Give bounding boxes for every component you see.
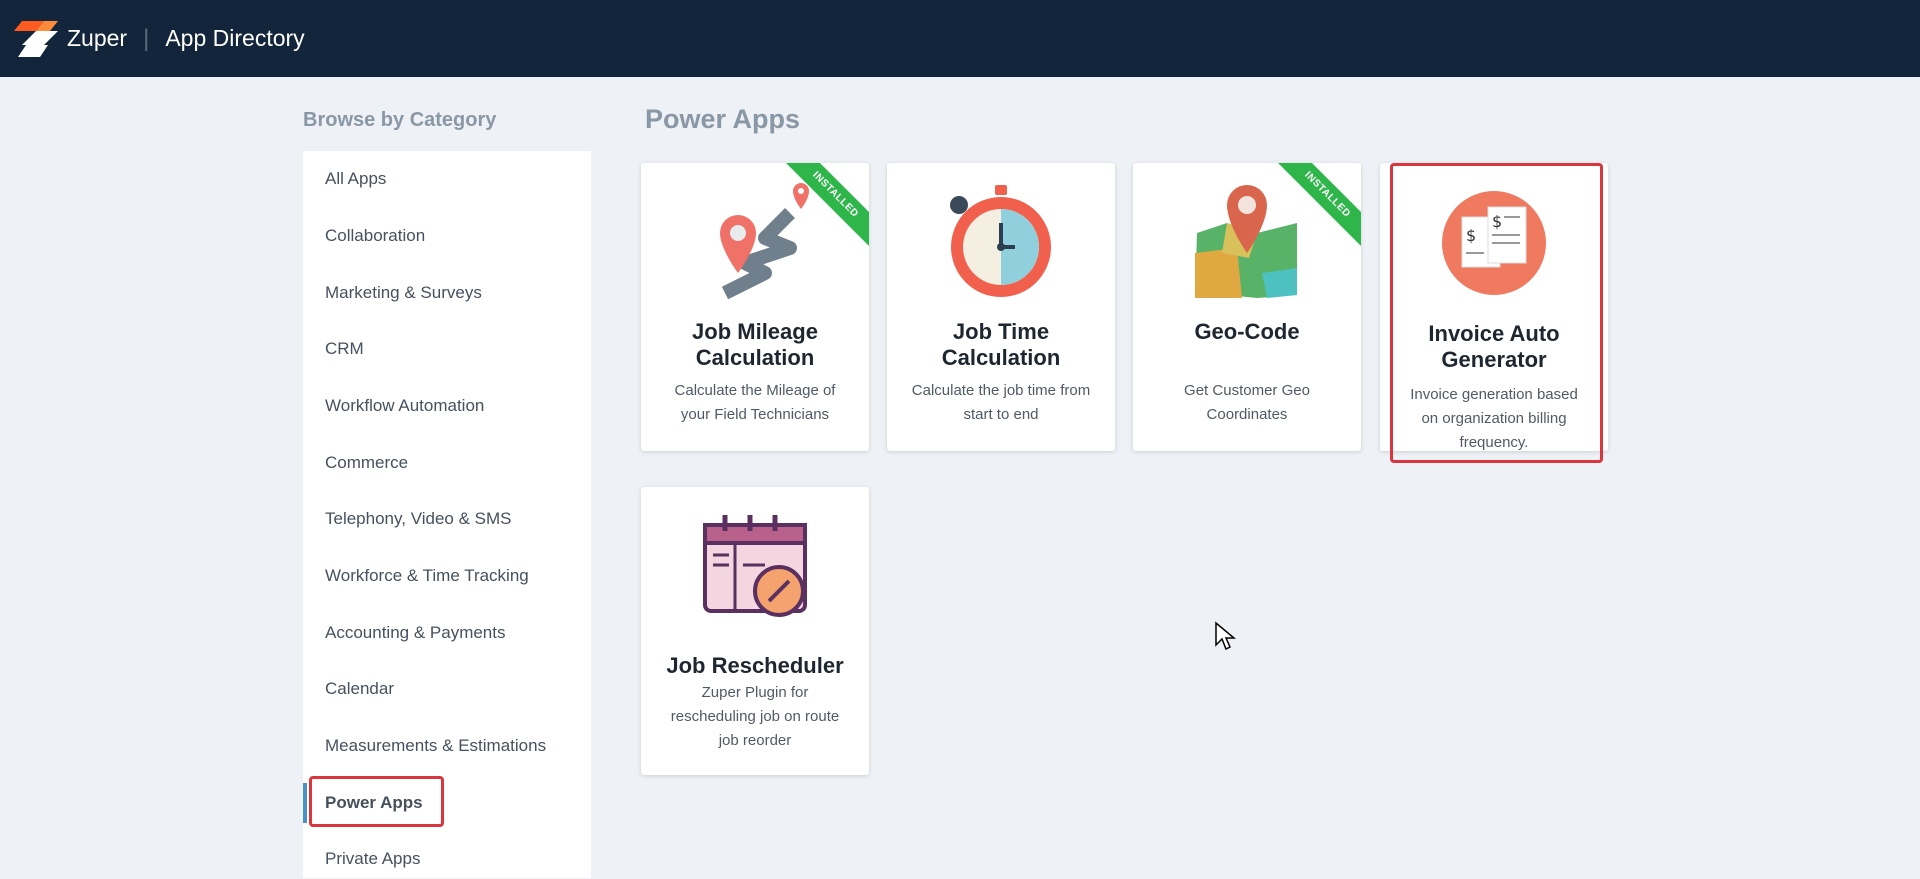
sidebar-item-calendar[interactable]: Calendar [303,669,591,709]
brand-name[interactable]: Zuper [67,25,127,52]
app-card-job-time[interactable]: Job Time Calculation Calculate the job t… [887,163,1115,451]
svg-text:$: $ [1492,212,1502,231]
sidebar-item-collaboration[interactable]: Collaboration [303,216,591,256]
app-name: Job Mileage Calculation [692,319,818,370]
app-description: Invoice generation based on organization… [1410,386,1578,451]
app-card-job-rescheduler[interactable]: Job Rescheduler Zuper Plugin for resched… [641,487,869,775]
sidebar-item-workforce[interactable]: Workforce & Time Tracking [303,556,591,596]
sidebar-item-commerce[interactable]: Commerce [303,443,591,483]
sidebar-item-all-apps[interactable]: All Apps [303,159,591,199]
app-description: Calculate the job time from start to end [911,382,1091,423]
page-title[interactable]: App Directory [165,25,304,52]
route-map-icon [720,183,809,300]
section-title: Power Apps [645,104,801,134]
app-description: Zuper Plugin for rescheduling job on rou… [670,684,840,749]
stopwatch-icon [950,185,1051,297]
sidebar-item-crm[interactable]: CRM [303,329,591,369]
app-card-job-mileage[interactable]: INSTALLED Job Mileage Calculation Calcul… [641,163,869,451]
sidebar-item-measurements[interactable]: Measurements & Estimations [303,726,591,766]
mouse-cursor-icon [1215,621,1236,651]
app-card-invoice-auto-generator[interactable]: $ $ Invoice Auto Generator Invoice gener… [1380,163,1608,451]
app-name: Geo-Code [1194,319,1300,344]
category-sidebar: All Apps Collaboration Marketing & Surve… [303,151,591,878]
map-pin-icon [1195,185,1297,298]
sidebar-item-accounting[interactable]: Accounting & Payments [303,613,591,653]
app-name: Job Time Calculation [941,319,1061,370]
app-description: Calculate the Mileage of your Field Tech… [674,382,836,423]
active-category-highlight [309,776,444,827]
app-name: Job Rescheduler [666,653,844,678]
sidebar-item-telephony[interactable]: Telephony, Video & SMS [303,499,591,539]
top-bar: Zuper | App Directory [0,0,1920,77]
header-divider: | [143,24,150,52]
sidebar-title: Browse by Category [303,109,497,131]
invoice-icon: $ $ [1442,191,1546,295]
sidebar-item-workflow-automation[interactable]: Workflow Automation [303,386,591,426]
sidebar-item-marketing-surveys[interactable]: Marketing & Surveys [303,273,591,313]
app-description: Get Customer Geo Coordinates [1184,382,1310,423]
app-card-geo-code[interactable]: INSTALLED Geo-Code Get Customer Geo Coor… [1133,163,1361,451]
zuper-logo-icon[interactable] [14,17,58,61]
svg-text:$: $ [1466,226,1476,245]
sidebar-item-private-apps[interactable]: Private Apps [303,839,591,879]
app-name: Invoice Auto Generator [1428,321,1560,372]
calendar-edit-icon [703,515,807,617]
